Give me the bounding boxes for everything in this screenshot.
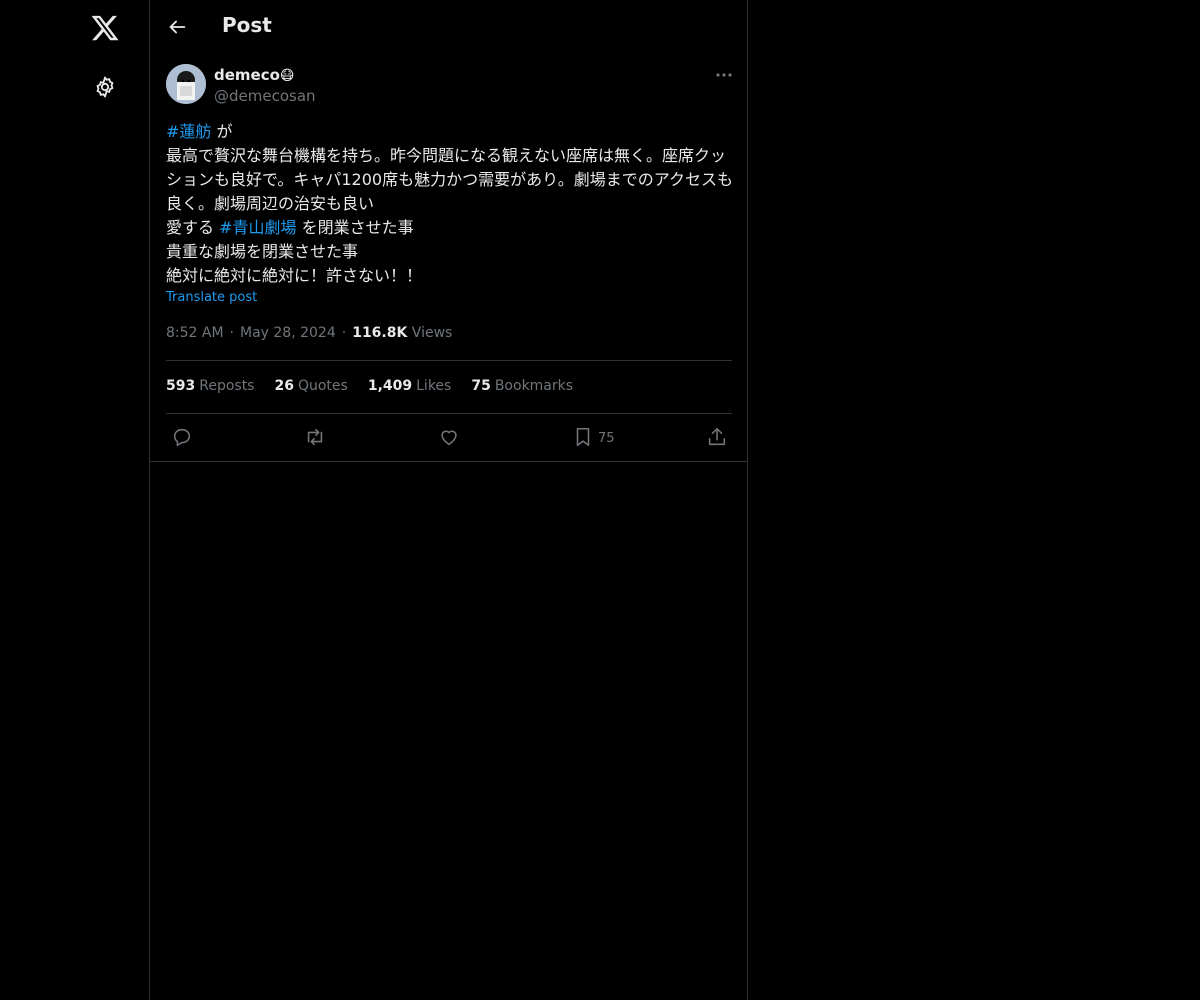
post-header: Post	[150, 0, 748, 54]
reply-icon[interactable]	[171, 426, 193, 448]
post-time[interactable]: 8:52 AM	[166, 325, 224, 341]
views-count: 116.8K	[352, 325, 408, 341]
post-line: #蓮舫 が	[166, 120, 734, 144]
bookmark-count: 75	[598, 431, 615, 446]
bookmarks-label: Bookmarks	[494, 378, 574, 394]
author-display-name: demeco	[214, 66, 280, 84]
post-text-segment: 貴重な劇場を閉業させた事	[166, 242, 359, 261]
bookmark-icon[interactable]	[572, 426, 594, 448]
divider	[166, 413, 732, 414]
heart-icon[interactable]	[438, 426, 460, 448]
nav-rail	[0, 0, 149, 1000]
share-icon[interactable]	[706, 426, 728, 448]
reposts-stat[interactable]: 593 Reposts	[166, 378, 254, 394]
likes-stat[interactable]: 1,409 Likes	[368, 378, 452, 394]
likes-count: 1,409	[367, 378, 413, 394]
post-line: 最高で贅沢な舞台機構を持ち。昨今問題になる観えない座席は無く。座席クッションも良…	[166, 144, 734, 216]
author-name[interactable]: demeco😷	[214, 65, 316, 86]
post-line: 絶対に絶対に絶対に！許さない！！	[166, 264, 734, 288]
gear-icon[interactable]	[93, 75, 117, 99]
action-bar: 75	[166, 424, 732, 452]
reposts-count: 593	[166, 378, 196, 394]
post-meta: 8:52 AM · May 28, 2024 · 116.8K Views	[166, 325, 453, 341]
post-stats: 593 Reposts 26 Quotes 1,409 Likes 75 Bookmar…	[166, 378, 573, 394]
quotes-label: Quotes	[297, 378, 348, 394]
post-line: 貴重な劇場を閉業させた事	[166, 240, 734, 264]
post-text-segment: 愛する	[166, 218, 220, 237]
bookmarks-count: 75	[471, 378, 491, 394]
repost-icon[interactable]	[304, 426, 326, 448]
post-text-segment: を閉業させた事	[296, 218, 414, 237]
post-author: demeco😷 @demecosan	[214, 65, 316, 106]
author-emoji: 😷	[279, 68, 295, 84]
hashtag-link[interactable]: #蓮舫	[166, 122, 211, 141]
post-text-segment: が	[211, 122, 233, 141]
quotes-count: 26	[274, 378, 294, 394]
more-icon[interactable]	[714, 67, 734, 83]
quotes-stat[interactable]: 26 Quotes	[274, 378, 347, 394]
bookmarks-stat[interactable]: 75 Bookmarks	[471, 378, 573, 394]
post-line: 愛する #青山劇場 を閉業させた事	[166, 216, 734, 240]
hashtag-link[interactable]: #青山劇場	[219, 218, 296, 237]
page-title: Post	[222, 13, 272, 37]
post-text-segment: 絶対に絶対に絶対に！許さない！！	[166, 266, 423, 285]
x-logo-icon[interactable]	[90, 13, 120, 43]
post-text-segment: 最高で贅沢な舞台機構を持ち。昨今問題になる観えない座席は無く。座席クッションも良…	[166, 146, 733, 213]
translate-post-link[interactable]: Translate post	[166, 290, 257, 305]
reposts-label: Reposts	[199, 378, 255, 394]
divider	[166, 360, 732, 361]
post-text: #蓮舫 が 最高で贅沢な舞台機構を持ち。昨今問題になる観えない座席は無く。座席ク…	[166, 120, 734, 288]
views-label: Views	[411, 325, 453, 341]
likes-label: Likes	[416, 378, 452, 394]
divider	[150, 461, 748, 462]
back-arrow-icon[interactable]	[166, 16, 188, 38]
author-handle[interactable]: @demecosan	[214, 86, 316, 106]
avatar[interactable]	[166, 64, 206, 104]
post-column: Post demeco😷 @demecosan #蓮舫 が 最高で贅沢な舞台機構…	[149, 0, 748, 1000]
post-date[interactable]: May 28, 2024	[240, 325, 336, 341]
